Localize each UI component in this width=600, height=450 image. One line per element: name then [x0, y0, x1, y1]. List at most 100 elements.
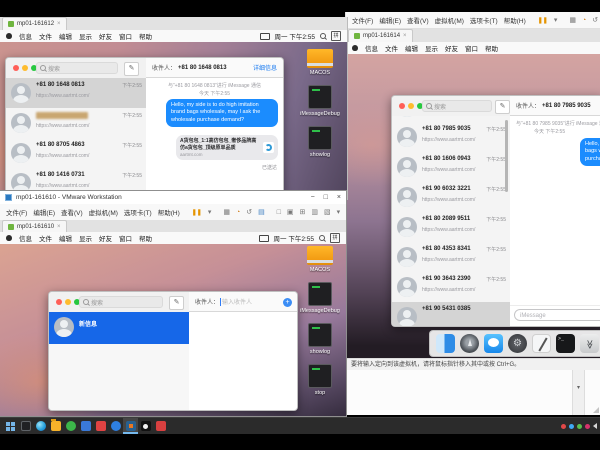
- ctrl-alt-del-icon[interactable]: ▦: [223, 209, 230, 216]
- vm-menu-vm[interactable]: 虚拟机(M): [89, 207, 118, 217]
- menu-file[interactable]: 文件: [39, 31, 52, 41]
- maximize-button[interactable]: □: [324, 194, 328, 201]
- fullscreen-icon[interactable]: ▣: [287, 209, 294, 216]
- conversation-item[interactable]: +81 80 8705 4863 下午2:55 https://www.aart…: [6, 138, 146, 168]
- conversation-item[interactable]: +81 80 1606 0943 下午2:55 https://www.aart…: [392, 152, 510, 182]
- conversation-item-selected[interactable]: +81 80 1648 0813 下午2:55 https://www.aart…: [6, 78, 146, 108]
- taskbar-file-explorer[interactable]: [48, 418, 63, 434]
- taskbar-red-app-2[interactable]: [153, 418, 168, 434]
- search-input[interactable]: 搜索: [79, 296, 163, 308]
- apple-menu-icon[interactable]: [6, 235, 12, 241]
- input-method-icon[interactable]: 拼: [331, 31, 341, 41]
- menu-bar-clock[interactable]: 周一 下午2:55: [275, 31, 315, 41]
- imessage-input[interactable]: iMessage: [514, 309, 600, 321]
- tray-green-icon[interactable]: [577, 424, 582, 429]
- thumbnail-dropdown-icon[interactable]: ▾: [337, 209, 341, 216]
- desktop-icon-macos[interactable]: MACOS: [307, 49, 333, 76]
- ctrl-alt-del-icon[interactable]: ▦: [569, 17, 576, 24]
- link-preview-bubble[interactable]: A货包包_1:1高仿包包_奢侈品牌高仿a货包包_顶级原单品质 aartmt.co…: [176, 135, 278, 160]
- menu-edit[interactable]: 编辑: [59, 233, 72, 243]
- vm-tab[interactable]: mp01-161612 ×: [2, 17, 67, 30]
- menu-buddies[interactable]: 好友: [99, 31, 112, 41]
- menu-messages[interactable]: 信息: [19, 233, 32, 243]
- compose-button[interactable]: ✎: [169, 296, 184, 310]
- minimize-window-button[interactable]: [408, 103, 414, 109]
- launchpad-dock-icon[interactable]: [460, 334, 479, 353]
- taskbar-media-app[interactable]: [18, 418, 33, 434]
- scroll-down-icon[interactable]: ▾: [573, 384, 584, 391]
- pause-vm-button[interactable]: ❚❚: [538, 17, 548, 24]
- vm-menu-edit[interactable]: 编辑(E): [379, 15, 401, 25]
- snapshot-take-icon[interactable]: ◔: [236, 209, 240, 216]
- apple-menu-icon[interactable]: [6, 33, 12, 39]
- conversation-item[interactable]: 下午2:55 https://www.aartmt.com/: [6, 108, 146, 138]
- power-dropdown-icon[interactable]: ▾: [208, 209, 212, 216]
- details-link[interactable]: 详细信息: [253, 63, 277, 72]
- snapshot-manager-icon[interactable]: ▤: [258, 209, 265, 216]
- start-button[interactable]: [3, 418, 18, 434]
- sidebar-scrollbar[interactable]: [505, 120, 508, 192]
- close-window-button[interactable]: [399, 103, 405, 109]
- system-preferences-dock-icon[interactable]: ⚙: [508, 334, 527, 353]
- tray-blue-icon[interactable]: [569, 424, 574, 429]
- close-window-button[interactable]: [56, 299, 62, 305]
- recipient-field-placeholder[interactable]: 输入收件人: [222, 297, 252, 306]
- taskbar-browser-app[interactable]: [108, 418, 123, 434]
- tray-red-icon[interactable]: [561, 424, 566, 429]
- close-button[interactable]: ×: [337, 194, 341, 201]
- tray-pink-icon[interactable]: [585, 424, 590, 429]
- taskbar-green-app[interactable]: [63, 418, 78, 434]
- messages-titlebar[interactable]: 搜索 ✎: [49, 292, 189, 313]
- menu-view[interactable]: 显示: [425, 43, 438, 53]
- snapshot-take-icon[interactable]: ◔: [582, 17, 586, 24]
- minimize-window-button[interactable]: [22, 65, 28, 71]
- library-icon[interactable]: ▥: [311, 209, 318, 216]
- menu-help[interactable]: 帮助: [139, 31, 152, 41]
- vm-menu-view[interactable]: 查看(V): [61, 207, 83, 217]
- conversation-item[interactable]: +81 90 6032 3221 下午2:55 https://www.aart…: [392, 182, 510, 212]
- desktop-icon-showlog[interactable]: showlog: [308, 126, 332, 158]
- menu-buddies[interactable]: 好友: [445, 43, 458, 53]
- vm-menu-file[interactable]: 文件(F): [352, 15, 373, 25]
- compose-button[interactable]: ✎: [124, 62, 139, 76]
- desktop-icon-macos[interactable]: MACOS: [307, 246, 333, 273]
- desktop-icon-showlog[interactable]: showlog: [308, 323, 332, 355]
- scrollbar-track[interactable]: ▾: [572, 370, 585, 415]
- textedit-dock-icon[interactable]: [532, 334, 551, 353]
- menu-help[interactable]: 帮助: [139, 233, 152, 243]
- add-recipient-button[interactable]: +: [283, 298, 292, 307]
- pause-vm-button[interactable]: ❚❚: [192, 209, 202, 216]
- vmware-titlebar[interactable]: mp01-161610 - VMware Workstation − □ ×: [0, 191, 346, 205]
- taskbar-red-app[interactable]: [93, 418, 108, 434]
- menu-file[interactable]: 文件: [385, 43, 398, 53]
- vm-menu-help[interactable]: 帮助(H): [504, 15, 526, 25]
- conversation-item-selected[interactable]: +81 90 5431 0385: [392, 302, 510, 326]
- vm-menu-edit[interactable]: 编辑(E): [33, 207, 55, 217]
- conversation-item[interactable]: +81 80 2089 9511 下午2:55 https://www.aart…: [392, 212, 510, 242]
- messages-dock-icon[interactable]: [484, 334, 503, 353]
- menu-buddies[interactable]: 好友: [99, 233, 112, 243]
- menu-window[interactable]: 窗口: [119, 233, 132, 243]
- volume-icon[interactable]: [593, 423, 597, 429]
- messages-titlebar[interactable]: 搜索 ✎: [6, 58, 146, 79]
- menu-view[interactable]: 显示: [79, 31, 92, 41]
- input-method-icon[interactable]: 拼: [330, 233, 340, 243]
- menu-messages[interactable]: 信息: [19, 31, 32, 41]
- downloads-app-dock-icon[interactable]: ≫: [580, 334, 599, 353]
- resize-grip[interactable]: [593, 407, 599, 413]
- apple-menu-icon[interactable]: [352, 45, 358, 51]
- menu-window[interactable]: 窗口: [465, 43, 478, 53]
- menu-help[interactable]: 帮助: [485, 43, 498, 53]
- terminal-dock-icon[interactable]: >_: [556, 334, 575, 353]
- vmware-tools-icon[interactable]: [259, 235, 269, 242]
- close-window-button[interactable]: [13, 65, 19, 71]
- console-view-icon[interactable]: □: [277, 209, 281, 216]
- close-tab-icon[interactable]: ×: [403, 33, 407, 39]
- vmware-tools-icon[interactable]: [260, 33, 270, 40]
- conversation-item[interactable]: +81 80 7985 9035 下午2:55 https://www.aart…: [392, 122, 510, 152]
- minimize-window-button[interactable]: [65, 299, 71, 305]
- vm-menu-tabs[interactable]: 选项卡(T): [124, 207, 152, 217]
- menu-edit[interactable]: 编辑: [59, 31, 72, 41]
- search-input[interactable]: 搜索: [422, 100, 492, 112]
- new-message-item-selected[interactable]: 新信息: [49, 312, 189, 344]
